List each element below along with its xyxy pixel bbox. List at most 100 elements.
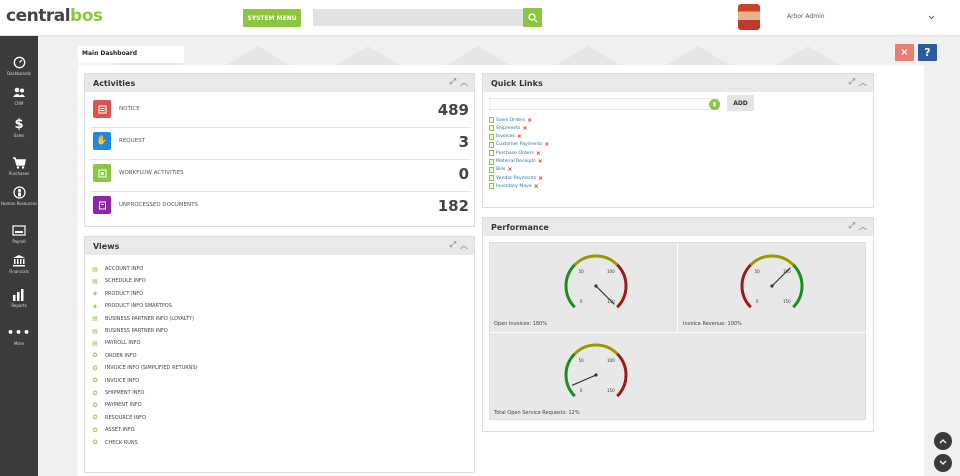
activity-row[interactable]: WORKFLOW ACTIVITIES 0 [91,160,471,192]
quick-link-label[interactable]: Inventory Move [496,184,532,189]
scroll-down-button[interactable] [934,454,952,472]
remove-icon[interactable]: × [527,117,532,124]
sidebar-item-sales[interactable]: $ Sales [0,117,38,138]
quick-link-label[interactable]: Purchase Orders [496,151,534,156]
gauge-needle [571,374,597,386]
remove-icon[interactable]: × [517,133,522,140]
remove-icon[interactable]: × [538,175,543,182]
view-item[interactable]: ✪ INVOICE INFO [91,375,139,387]
view-item[interactable]: ▤ SCHEDULE INFO [91,275,146,287]
activity-row[interactable]: ✋ REQUEST 3 [91,128,471,160]
quick-link-label[interactable]: Vendor Payments [496,176,536,181]
view-item[interactable]: ▤ BUSINESS PARTNER INFO [91,325,168,337]
system-menu-button[interactable]: SYSTEM MENU [243,9,301,27]
quick-link-item[interactable]: Sales Orders × [489,116,532,124]
quick-link-item[interactable]: Invoices × [489,133,522,141]
tab-main-dashboard[interactable]: Main Dashboard [78,46,184,63]
quick-link-label[interactable]: Customer Payments [496,142,542,147]
view-item[interactable]: ✪ SHIPMENT INFO [91,387,144,399]
remove-icon[interactable]: × [544,141,549,148]
view-item[interactable]: ✪ ORDER INFO [91,350,136,362]
view-item-icon: ✪ [92,401,98,409]
quick-link-item[interactable]: Material Receipts × [489,158,543,166]
quick-link-item[interactable]: Vendor Payments × [489,174,543,182]
payroll-icon [11,224,27,237]
user-name[interactable]: Arbor Admin [787,13,825,20]
sidebar-item-reports[interactable]: Reports [0,288,38,308]
sidebar-item-human-resources[interactable]: Human Resources [0,186,38,206]
view-item[interactable]: ▤ BUSINESS PARTNER INFO (LOYALTY) [91,313,194,325]
view-item[interactable]: ◈ PRODUCT INFO [91,288,143,300]
sidebar-item-dashboards[interactable]: Dashboards [0,56,38,76]
expand-icon[interactable]: ⤢ [450,77,456,88]
sidebar-item-financials[interactable]: Financials [0,254,38,274]
sidebar-item-crm[interactable]: CRM [0,86,38,106]
user-menu-chevron[interactable] [926,12,936,22]
quick-link-input[interactable] [489,98,719,110]
app-logo[interactable]: centralbos [6,6,103,26]
view-item[interactable]: ✪ PAYMENT INFO [91,399,141,411]
views-panel: Views ⤢ ︿ ▤ ACCOUNT INFO ▤ SCHEDULE INFO ◈ PRO… [84,236,475,473]
gauge-band [792,263,804,309]
quick-link-item[interactable]: Purchase Orders × [489,149,541,157]
close-button[interactable]: × [895,44,914,61]
activity-row[interactable]: NOTICE 489 [91,96,471,128]
view-item-label: RESOURCE INFO [105,414,146,421]
document-icon [489,158,494,165]
notice-icon [93,100,111,118]
logo-text-main: central [6,6,71,26]
expand-icon[interactable]: ⤢ [849,221,855,232]
collapse-icon[interactable]: ︿ [460,77,468,88]
activity-row[interactable]: UNPROCESSED DOCUMENTS 182 [91,192,471,224]
sidebar-item-label: Sales [13,133,25,138]
quick-link-item[interactable]: Inventory Move × [489,182,539,190]
collapse-icon[interactable]: ︿ [859,221,867,232]
view-item-label: SHIPMENT INFO [105,390,145,396]
sidebar-item-purchases[interactable]: Purchases [0,156,38,176]
user-avatar[interactable] [738,4,760,30]
gauge-tick-label: 150 [607,388,615,393]
trash-icon[interactable]: ▮ [709,99,720,110]
document-icon [93,196,111,214]
view-item[interactable]: ✪ CHECK RUNS [91,437,137,449]
search-input[interactable] [313,9,523,26]
quick-link-label[interactable]: Sales Orders [496,118,525,123]
remove-icon[interactable]: × [507,166,512,173]
dashboard-panel: Activities ⤢ ︿ NOTICE 489 ✋ REQUEST 3 WORKFLOW… [78,65,924,476]
quick-link-label[interactable]: Invoices [496,134,515,139]
remove-icon[interactable]: × [534,183,539,190]
remove-icon[interactable]: × [536,150,541,157]
view-item[interactable]: ✪ ASSET INFO [91,424,134,436]
quick-link-item[interactable]: Customer Payments × [489,141,549,149]
search-button[interactable] [523,8,542,27]
view-item[interactable]: ◈ PRODUCT INFO SMARTPOS [91,300,172,312]
expand-icon[interactable]: ⤢ [849,77,855,88]
view-item[interactable]: ✪ RESOURCE INFO [91,412,146,424]
view-item[interactable]: ✪ INVOICE INFO (SIMPLIFIED RETURNS) [91,362,197,374]
expand-icon[interactable]: ⤢ [450,240,456,251]
gauge-band [616,263,628,309]
quick-link-label[interactable]: Shipments [496,126,520,131]
view-item[interactable]: ▤ ACCOUNT INFO [91,263,143,275]
quick-link-item[interactable]: Shipments × [489,124,527,132]
view-item[interactable]: ▤ PAYROLL INFO [91,337,140,349]
add-quick-link-button[interactable]: ADD [727,95,754,111]
sidebar-item-label: CRM [14,101,24,106]
quick-link-label[interactable]: Bills [496,167,505,172]
view-item-icon: ◈ [92,290,98,298]
sidebar-item-payroll[interactable]: Payroll [0,224,38,244]
help-button[interactable]: ? [918,44,937,61]
scroll-up-button[interactable] [934,432,952,450]
quick-link-item[interactable]: Bills × [489,166,512,174]
remove-icon[interactable]: × [538,158,543,165]
collapse-icon[interactable]: ︿ [859,77,867,88]
gauge-tick-label: 0 [580,299,583,304]
remove-icon[interactable]: × [522,125,527,132]
collapse-icon[interactable]: ︿ [460,240,468,251]
view-item-label: PAYROLL INFO [105,340,141,347]
activity-count: 182 [437,197,469,215]
sidebar-item-more[interactable]: ••• More [0,326,38,346]
view-item-label: INVOICE INFO [105,377,140,384]
chevron-up-icon [939,439,947,444]
quick-link-label[interactable]: Material Receipts [496,159,536,164]
